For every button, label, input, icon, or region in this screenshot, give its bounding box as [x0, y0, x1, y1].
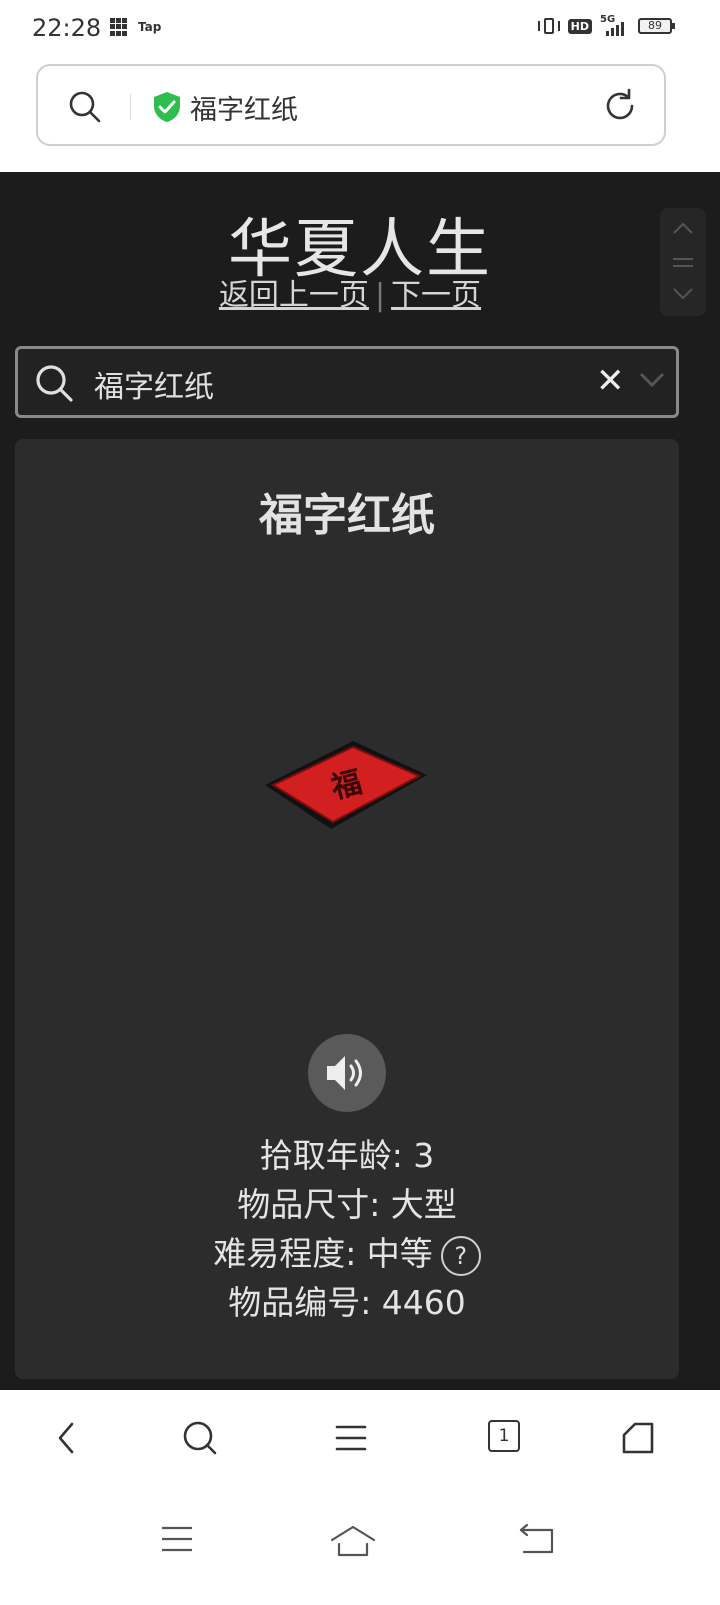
battery-icon: 89: [638, 18, 675, 34]
status-bar: 22:28 Tap HD 5G 89: [0, 0, 720, 56]
search-icon[interactable]: [182, 1420, 218, 1460]
menu-icon[interactable]: [334, 1420, 368, 1460]
item-search-box: ✕: [15, 346, 679, 418]
sound-button[interactable]: [308, 1034, 386, 1112]
status-app-icons: Tap: [110, 18, 161, 36]
difficulty: 难易程度: 中等: [213, 1234, 433, 1273]
nav-links: 返回上一页 | 下一页: [0, 270, 700, 314]
status-indicators: HD 5G 89: [537, 14, 675, 36]
prev-page-link[interactable]: 返回上一页: [219, 278, 369, 313]
home-icon[interactable]: [620, 1420, 656, 1460]
page-content: 华夏人生 返回上一页|下一页 ✕ 福字红纸 福: [0, 172, 720, 1390]
scroll-widget[interactable]: [660, 208, 706, 316]
back-icon[interactable]: [518, 1523, 554, 1560]
search-icon[interactable]: [68, 90, 102, 128]
shield-icon: [152, 91, 182, 127]
item-name: 福字红纸: [259, 490, 435, 541]
chevron-down-icon[interactable]: [672, 286, 694, 305]
item-card: 福字红纸 福 拾取年龄: 3 物品尺寸: 大型 难易程度: 中等? 物品编号: …: [15, 439, 679, 1379]
browser-bottom-nav: 1: [0, 1390, 720, 1490]
speaker-icon: [327, 1056, 362, 1090]
signal-icon: 5G: [600, 14, 630, 36]
reload-icon[interactable]: [602, 88, 638, 128]
nav-separator: |: [374, 278, 386, 313]
search-icon: [34, 363, 74, 407]
browser-url-bar[interactable]: 福字红纸: [36, 64, 666, 146]
item-image: 福: [261, 737, 431, 837]
item-size: 物品尺寸: 大型: [237, 1185, 457, 1224]
tabs-icon: 1: [488, 1420, 520, 1452]
app-grid-icon: [110, 18, 128, 36]
difficulty-row: 难易程度: 中等?: [15, 1227, 679, 1276]
item-number: 物品编号: 4460: [228, 1283, 466, 1322]
back-icon[interactable]: [54, 1420, 78, 1460]
menu-icon[interactable]: [160, 1524, 194, 1558]
pickup-age: 拾取年龄: 3: [259, 1136, 435, 1175]
scroll-handle-icon[interactable]: [672, 254, 694, 273]
tabs-button[interactable]: 1: [488, 1420, 520, 1452]
next-page-link[interactable]: 下一页: [391, 278, 481, 313]
chevron-up-icon[interactable]: [672, 220, 694, 239]
url-text[interactable]: 福字红纸: [190, 88, 298, 127]
clear-search-button[interactable]: ✕: [596, 361, 625, 401]
chevron-down-icon[interactable]: [638, 371, 666, 393]
url-divider: [130, 94, 131, 120]
tap-app-icon: Tap: [138, 20, 162, 34]
status-time: 22:28: [32, 14, 102, 42]
help-icon[interactable]: ?: [440, 1235, 481, 1276]
item-search-input[interactable]: [92, 361, 496, 407]
system-nav-bar: [0, 1490, 720, 1605]
hd-icon: HD: [567, 18, 592, 34]
vibrate-icon: [537, 16, 560, 36]
home-icon[interactable]: [330, 1524, 376, 1562]
